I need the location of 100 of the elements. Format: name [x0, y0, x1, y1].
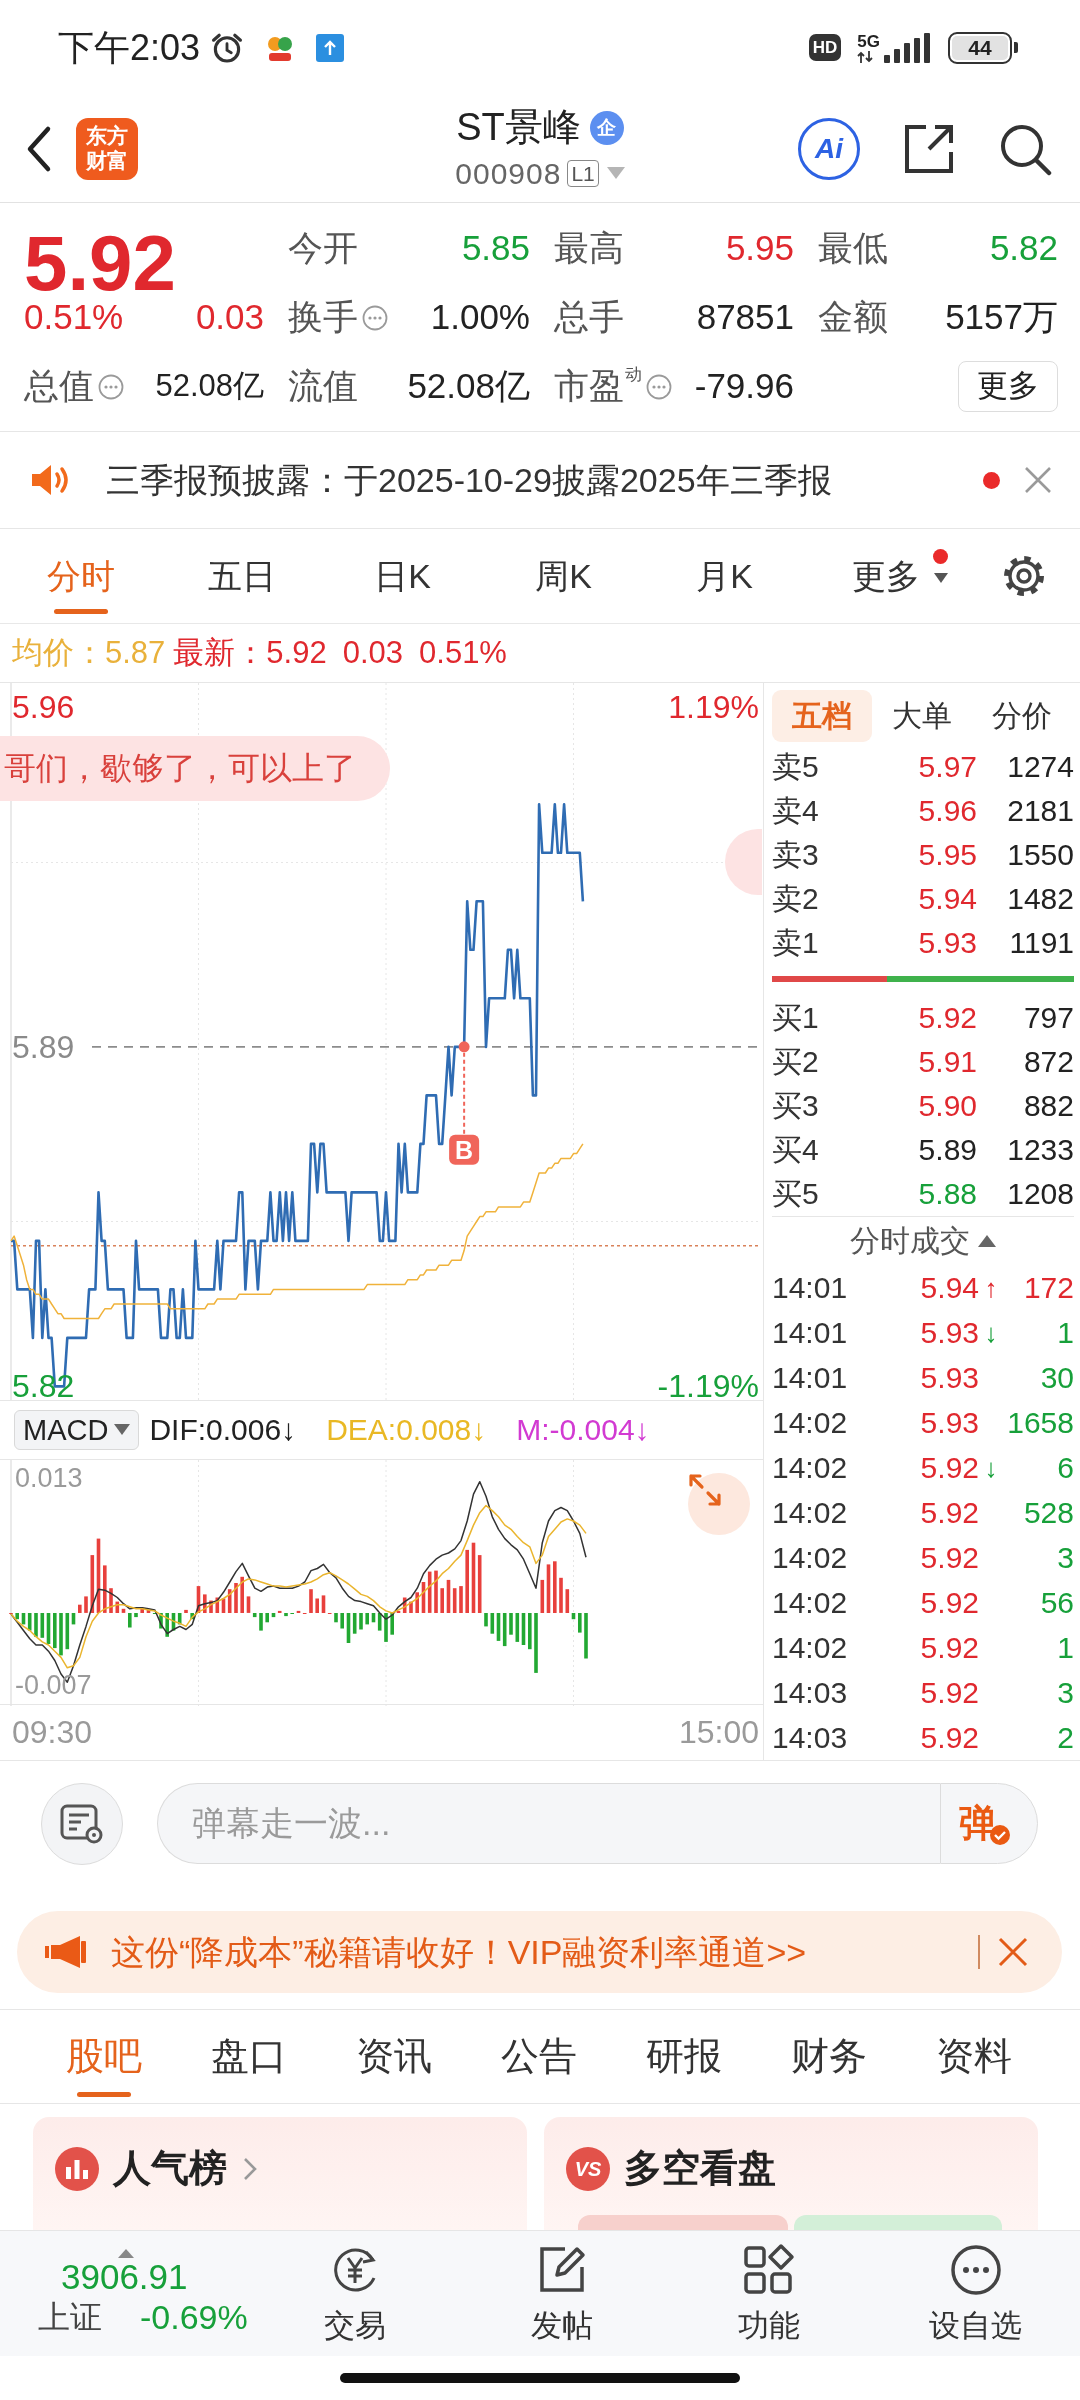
comment-input[interactable]: 弹幕走一波...: [157, 1783, 940, 1864]
document-gear-icon: [60, 1803, 104, 1844]
level-volume: 797: [1022, 1000, 1074, 1036]
trade-volume: 30: [1039, 1359, 1074, 1396]
info-icon[interactable]: [98, 373, 124, 400]
stat-label: 流值: [288, 367, 358, 406]
latest-price-label: 最新：: [173, 634, 267, 672]
indicator-axis-label: 0.013: [15, 1465, 83, 1493]
trade-time: 14:02: [772, 1629, 849, 1666]
change-percent: 0.51%: [24, 298, 124, 337]
price-axis-label: 5.96: [12, 691, 75, 724]
index-value: 3906.91: [61, 2258, 189, 2297]
level-label: 卖4: [772, 793, 820, 829]
stat-value: -79.96: [694, 367, 794, 406]
stat-label: 今开: [288, 229, 358, 268]
level-label: 卖3: [772, 837, 820, 873]
stat-value: 5.85: [461, 229, 530, 268]
chart-tab[interactable]: 日K: [322, 529, 483, 623]
last-price: 5.92: [24, 228, 176, 299]
content-tab[interactable]: 资讯: [321, 2010, 466, 2103]
feature-card[interactable]: 人气榜: [33, 2117, 527, 2230]
stat-label: 总值: [24, 367, 94, 406]
content-tab[interactable]: 公告: [466, 2010, 611, 2103]
caret-up-icon[interactable]: [978, 1235, 996, 1247]
stat-value: 87851: [696, 298, 794, 337]
chart-tab[interactable]: 月K: [644, 529, 805, 623]
ai-button[interactable]: Ai: [798, 117, 860, 180]
nav-item[interactable]: 功能: [665, 2231, 872, 2356]
trade-volume: 6: [1056, 1449, 1074, 1486]
more-button[interactable]: 更多: [958, 361, 1058, 412]
stat-value: 52.08亿: [155, 369, 264, 404]
trades-title[interactable]: 分时成交: [850, 1223, 970, 1259]
card-title: 人气榜: [113, 2146, 227, 2191]
hd-badge: HD: [808, 34, 842, 61]
index-change: -0.69%: [140, 2296, 248, 2338]
caret-down-icon[interactable]: [606, 167, 625, 180]
avg-price-value: 5.87: [105, 634, 166, 672]
network-type: 5G: [857, 32, 880, 50]
content-tab[interactable]: 财务: [756, 2010, 901, 2103]
trade-price: 5.92: [919, 1449, 979, 1486]
trade-time: 14:02: [772, 1494, 849, 1531]
nav-item[interactable]: 设自选: [872, 2231, 1079, 2356]
level-volume: 1274: [1006, 749, 1074, 785]
trade-time: 14:03: [772, 1674, 849, 1711]
nav-item[interactable]: 发帖: [458, 2231, 665, 2356]
order-book-tab[interactable]: 分价: [972, 690, 1072, 742]
close-icon[interactable]: [998, 1937, 1028, 1967]
chart-tab[interactable]: 更多: [805, 529, 966, 623]
caret-up-icon: [118, 2249, 134, 2259]
chart-tab[interactable]: 周K: [483, 529, 644, 623]
trade-price: 5.92: [919, 1584, 979, 1621]
level-label: 卖2: [772, 881, 820, 917]
level-label: 卖1: [772, 925, 820, 961]
level-volume: 1208: [1006, 1176, 1074, 1212]
trade-volume: 3: [1056, 1539, 1074, 1576]
avg-price-label: 均价：: [12, 634, 105, 672]
notice-text[interactable]: 三季报预披露：于2025-10-29披露2025年三季报: [106, 459, 832, 501]
trade-time: 14:02: [772, 1404, 849, 1441]
info-icon[interactable]: [362, 304, 388, 331]
stat-value: 1.00%: [430, 298, 530, 337]
nav-item[interactable]: 交易: [251, 2231, 458, 2356]
percent-axis-label: 1.19%: [668, 691, 759, 724]
indicator-dropdown[interactable]: MACD: [14, 1409, 140, 1451]
content-tab[interactable]: 盘口: [176, 2010, 321, 2103]
level-label: 买2: [772, 1044, 820, 1080]
order-book-tab[interactable]: 大单: [872, 690, 972, 742]
close-icon[interactable]: [1024, 466, 1052, 494]
content-tab[interactable]: 研报: [611, 2010, 756, 2103]
stat-value: 5157万: [945, 298, 1058, 337]
trade-time: 14:02: [772, 1584, 849, 1621]
info-icon[interactable]: [646, 373, 672, 400]
level-label: 买3: [772, 1088, 820, 1124]
level-price: 5.97: [917, 749, 977, 785]
megaphone-icon: [45, 1935, 87, 1969]
data-arrows-icon: [857, 50, 874, 63]
percent-axis-label: -1.19%: [657, 1370, 759, 1400]
level-volume: 1482: [1006, 881, 1074, 917]
stat-label: 金额: [818, 298, 888, 337]
level-price: 5.88: [917, 1176, 977, 1212]
signal-icon: [884, 32, 932, 63]
index-name: 上证: [38, 2298, 102, 2337]
stat-value: 52.08亿: [407, 367, 530, 406]
grid-icon: [741, 2242, 796, 2297]
trade-volume: 2: [1056, 1719, 1074, 1756]
level-volume: 1233: [1006, 1132, 1074, 1168]
content-tab[interactable]: 资料: [901, 2010, 1046, 2103]
stat-value: 5.82: [989, 229, 1058, 268]
stat-label: 市盈$^{动}$: [554, 367, 642, 406]
indicator-value: M:-0.004↓: [516, 1412, 650, 1448]
level-volume: 2181: [1006, 793, 1074, 829]
trade-arrow: ↑: [984, 1274, 998, 1301]
stat-label: 总手: [554, 298, 624, 337]
stat-label: 换手: [288, 298, 358, 337]
level-price: 5.96: [917, 793, 977, 829]
chart-tab[interactable]: 五日: [161, 529, 322, 623]
trade-time: 14:02: [772, 1539, 849, 1576]
indicator-axis-label: -0.007: [15, 1671, 92, 1699]
level-price: 5.94: [917, 881, 977, 917]
time-label: 15:00: [678, 1713, 759, 1752]
more-icon: [948, 2242, 1003, 2297]
